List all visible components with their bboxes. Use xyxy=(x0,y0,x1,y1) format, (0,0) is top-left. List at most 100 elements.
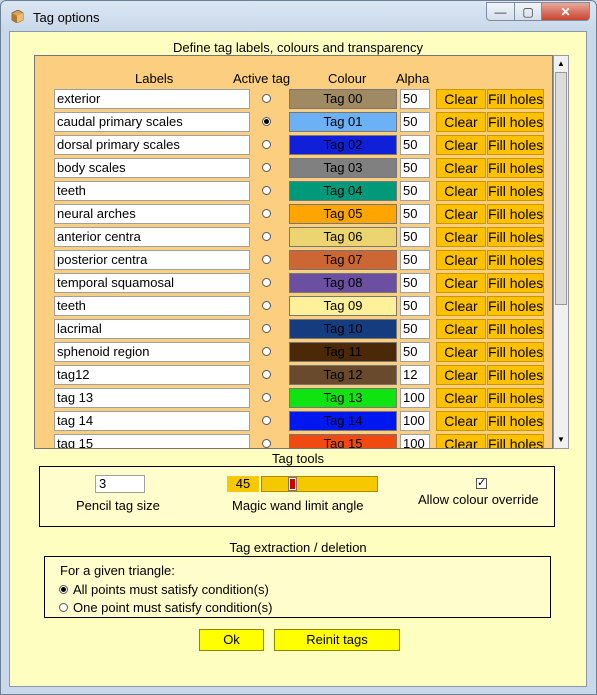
tag-colour-swatch[interactable]: Tag 06 xyxy=(289,227,397,247)
fill-holes-button[interactable]: Fill holes xyxy=(487,342,544,362)
active-tag-radio[interactable] xyxy=(262,393,271,402)
clear-button[interactable]: Clear xyxy=(436,434,486,448)
tag-alpha-input[interactable]: 50 xyxy=(400,296,430,316)
tag-alpha-input[interactable]: 50 xyxy=(400,250,430,270)
tag-label-input[interactable]: teeth xyxy=(54,181,250,201)
tag-label-input[interactable]: dorsal primary scales xyxy=(54,135,250,155)
active-tag-radio[interactable] xyxy=(262,163,271,172)
tag-label-input[interactable]: posterior centra xyxy=(54,250,250,270)
tag-alpha-input[interactable]: 50 xyxy=(400,181,430,201)
magic-wand-slider-thumb[interactable] xyxy=(288,477,297,491)
active-tag-radio[interactable] xyxy=(262,255,271,264)
tag-colour-swatch[interactable]: Tag 15 xyxy=(289,434,397,448)
fill-holes-button[interactable]: Fill holes xyxy=(487,181,544,201)
tag-alpha-input[interactable]: 50 xyxy=(400,342,430,362)
clear-button[interactable]: Clear xyxy=(436,158,486,178)
clear-button[interactable]: Clear xyxy=(436,250,486,270)
active-tag-radio[interactable] xyxy=(262,232,271,241)
active-tag-radio[interactable] xyxy=(262,209,271,218)
fill-holes-button[interactable]: Fill holes xyxy=(487,434,544,448)
clear-button[interactable]: Clear xyxy=(436,388,486,408)
tag-colour-swatch[interactable]: Tag 03 xyxy=(289,158,397,178)
tag-label-input[interactable]: neural arches xyxy=(54,204,250,224)
tag-alpha-input[interactable]: 100 xyxy=(400,388,430,408)
clear-button[interactable]: Clear xyxy=(436,411,486,431)
tag-label-input[interactable]: lacrimal xyxy=(54,319,250,339)
tag-colour-swatch[interactable]: Tag 07 xyxy=(289,250,397,270)
tag-label-input[interactable]: exterior xyxy=(54,89,250,109)
tag-alpha-input[interactable]: 50 xyxy=(400,158,430,178)
clear-button[interactable]: Clear xyxy=(436,89,486,109)
tag-label-input[interactable]: anterior centra xyxy=(54,227,250,247)
fill-holes-button[interactable]: Fill holes xyxy=(487,273,544,293)
fill-holes-button[interactable]: Fill holes xyxy=(487,250,544,270)
scroll-thumb[interactable] xyxy=(555,72,567,305)
fill-holes-button[interactable]: Fill holes xyxy=(487,112,544,132)
scroll-up-icon[interactable]: ▲ xyxy=(554,56,568,72)
option-all-points-radio[interactable] xyxy=(59,585,68,594)
tag-alpha-input[interactable]: 50 xyxy=(400,227,430,247)
fill-holes-button[interactable]: Fill holes xyxy=(487,158,544,178)
tag-label-input[interactable]: tag12 xyxy=(54,365,250,385)
fill-holes-button[interactable]: Fill holes xyxy=(487,411,544,431)
tag-colour-swatch[interactable]: Tag 09 xyxy=(289,296,397,316)
option-one-point-radio[interactable] xyxy=(59,603,68,612)
tag-colour-swatch[interactable]: Tag 10 xyxy=(289,319,397,339)
tag-alpha-input[interactable]: 50 xyxy=(400,89,430,109)
tag-colour-swatch[interactable]: Tag 13 xyxy=(289,388,397,408)
fill-holes-button[interactable]: Fill holes xyxy=(487,388,544,408)
tag-label-input[interactable]: tag 13 xyxy=(54,388,250,408)
tag-label-input[interactable]: tag 14 xyxy=(54,411,250,431)
clear-button[interactable]: Clear xyxy=(436,296,486,316)
tag-label-input[interactable]: body scales xyxy=(54,158,250,178)
magic-wand-slider[interactable] xyxy=(261,476,378,492)
tag-colour-swatch[interactable]: Tag 12 xyxy=(289,365,397,385)
minimize-button[interactable]: — xyxy=(486,2,515,21)
clear-button[interactable]: Clear xyxy=(436,319,486,339)
fill-holes-button[interactable]: Fill holes xyxy=(487,319,544,339)
fill-holes-button[interactable]: Fill holes xyxy=(487,135,544,155)
tag-alpha-input[interactable]: 50 xyxy=(400,204,430,224)
tag-label-input[interactable]: temporal squamosal xyxy=(54,273,250,293)
tag-alpha-input[interactable]: 50 xyxy=(400,273,430,293)
fill-holes-button[interactable]: Fill holes xyxy=(487,204,544,224)
tag-list-scrollbar[interactable]: ▲ ▼ xyxy=(553,55,569,449)
tag-alpha-input[interactable]: 100 xyxy=(400,411,430,431)
pencil-size-input[interactable]: 3 xyxy=(95,475,145,493)
active-tag-radio[interactable] xyxy=(262,439,271,448)
active-tag-radio[interactable] xyxy=(262,278,271,287)
tag-colour-swatch[interactable]: Tag 00 xyxy=(289,89,397,109)
maximize-button[interactable]: ▢ xyxy=(515,2,542,21)
active-tag-radio[interactable] xyxy=(262,94,271,103)
scroll-down-icon[interactable]: ▼ xyxy=(554,432,568,448)
active-tag-radio[interactable] xyxy=(262,370,271,379)
active-tag-radio[interactable] xyxy=(262,324,271,333)
tag-label-input[interactable]: sphenoid region xyxy=(54,342,250,362)
tag-colour-swatch[interactable]: Tag 11 xyxy=(289,342,397,362)
active-tag-radio[interactable] xyxy=(262,301,271,310)
tag-colour-swatch[interactable]: Tag 05 xyxy=(289,204,397,224)
tag-label-input[interactable]: tag 15 xyxy=(54,434,250,448)
tag-colour-swatch[interactable]: Tag 04 xyxy=(289,181,397,201)
tag-label-input[interactable]: caudal primary scales xyxy=(54,112,250,132)
active-tag-radio[interactable] xyxy=(262,347,271,356)
tag-colour-swatch[interactable]: Tag 01 xyxy=(289,112,397,132)
clear-button[interactable]: Clear xyxy=(436,365,486,385)
tag-label-input[interactable]: teeth xyxy=(54,296,250,316)
active-tag-radio[interactable] xyxy=(262,140,271,149)
active-tag-radio[interactable] xyxy=(262,416,271,425)
tag-alpha-input[interactable]: 50 xyxy=(400,112,430,132)
active-tag-radio[interactable] xyxy=(262,117,271,126)
tag-alpha-input[interactable]: 50 xyxy=(400,319,430,339)
tag-colour-swatch[interactable]: Tag 02 xyxy=(289,135,397,155)
tag-alpha-input[interactable]: 100 xyxy=(400,434,430,448)
clear-button[interactable]: Clear xyxy=(436,181,486,201)
tag-colour-swatch[interactable]: Tag 08 xyxy=(289,273,397,293)
clear-button[interactable]: Clear xyxy=(436,204,486,224)
allow-colour-override-checkbox[interactable]: ✓ xyxy=(476,478,487,489)
reinit-tags-button[interactable]: Reinit tags xyxy=(274,629,400,651)
clear-button[interactable]: Clear xyxy=(436,112,486,132)
clear-button[interactable]: Clear xyxy=(436,227,486,247)
fill-holes-button[interactable]: Fill holes xyxy=(487,296,544,316)
fill-holes-button[interactable]: Fill holes xyxy=(487,89,544,109)
